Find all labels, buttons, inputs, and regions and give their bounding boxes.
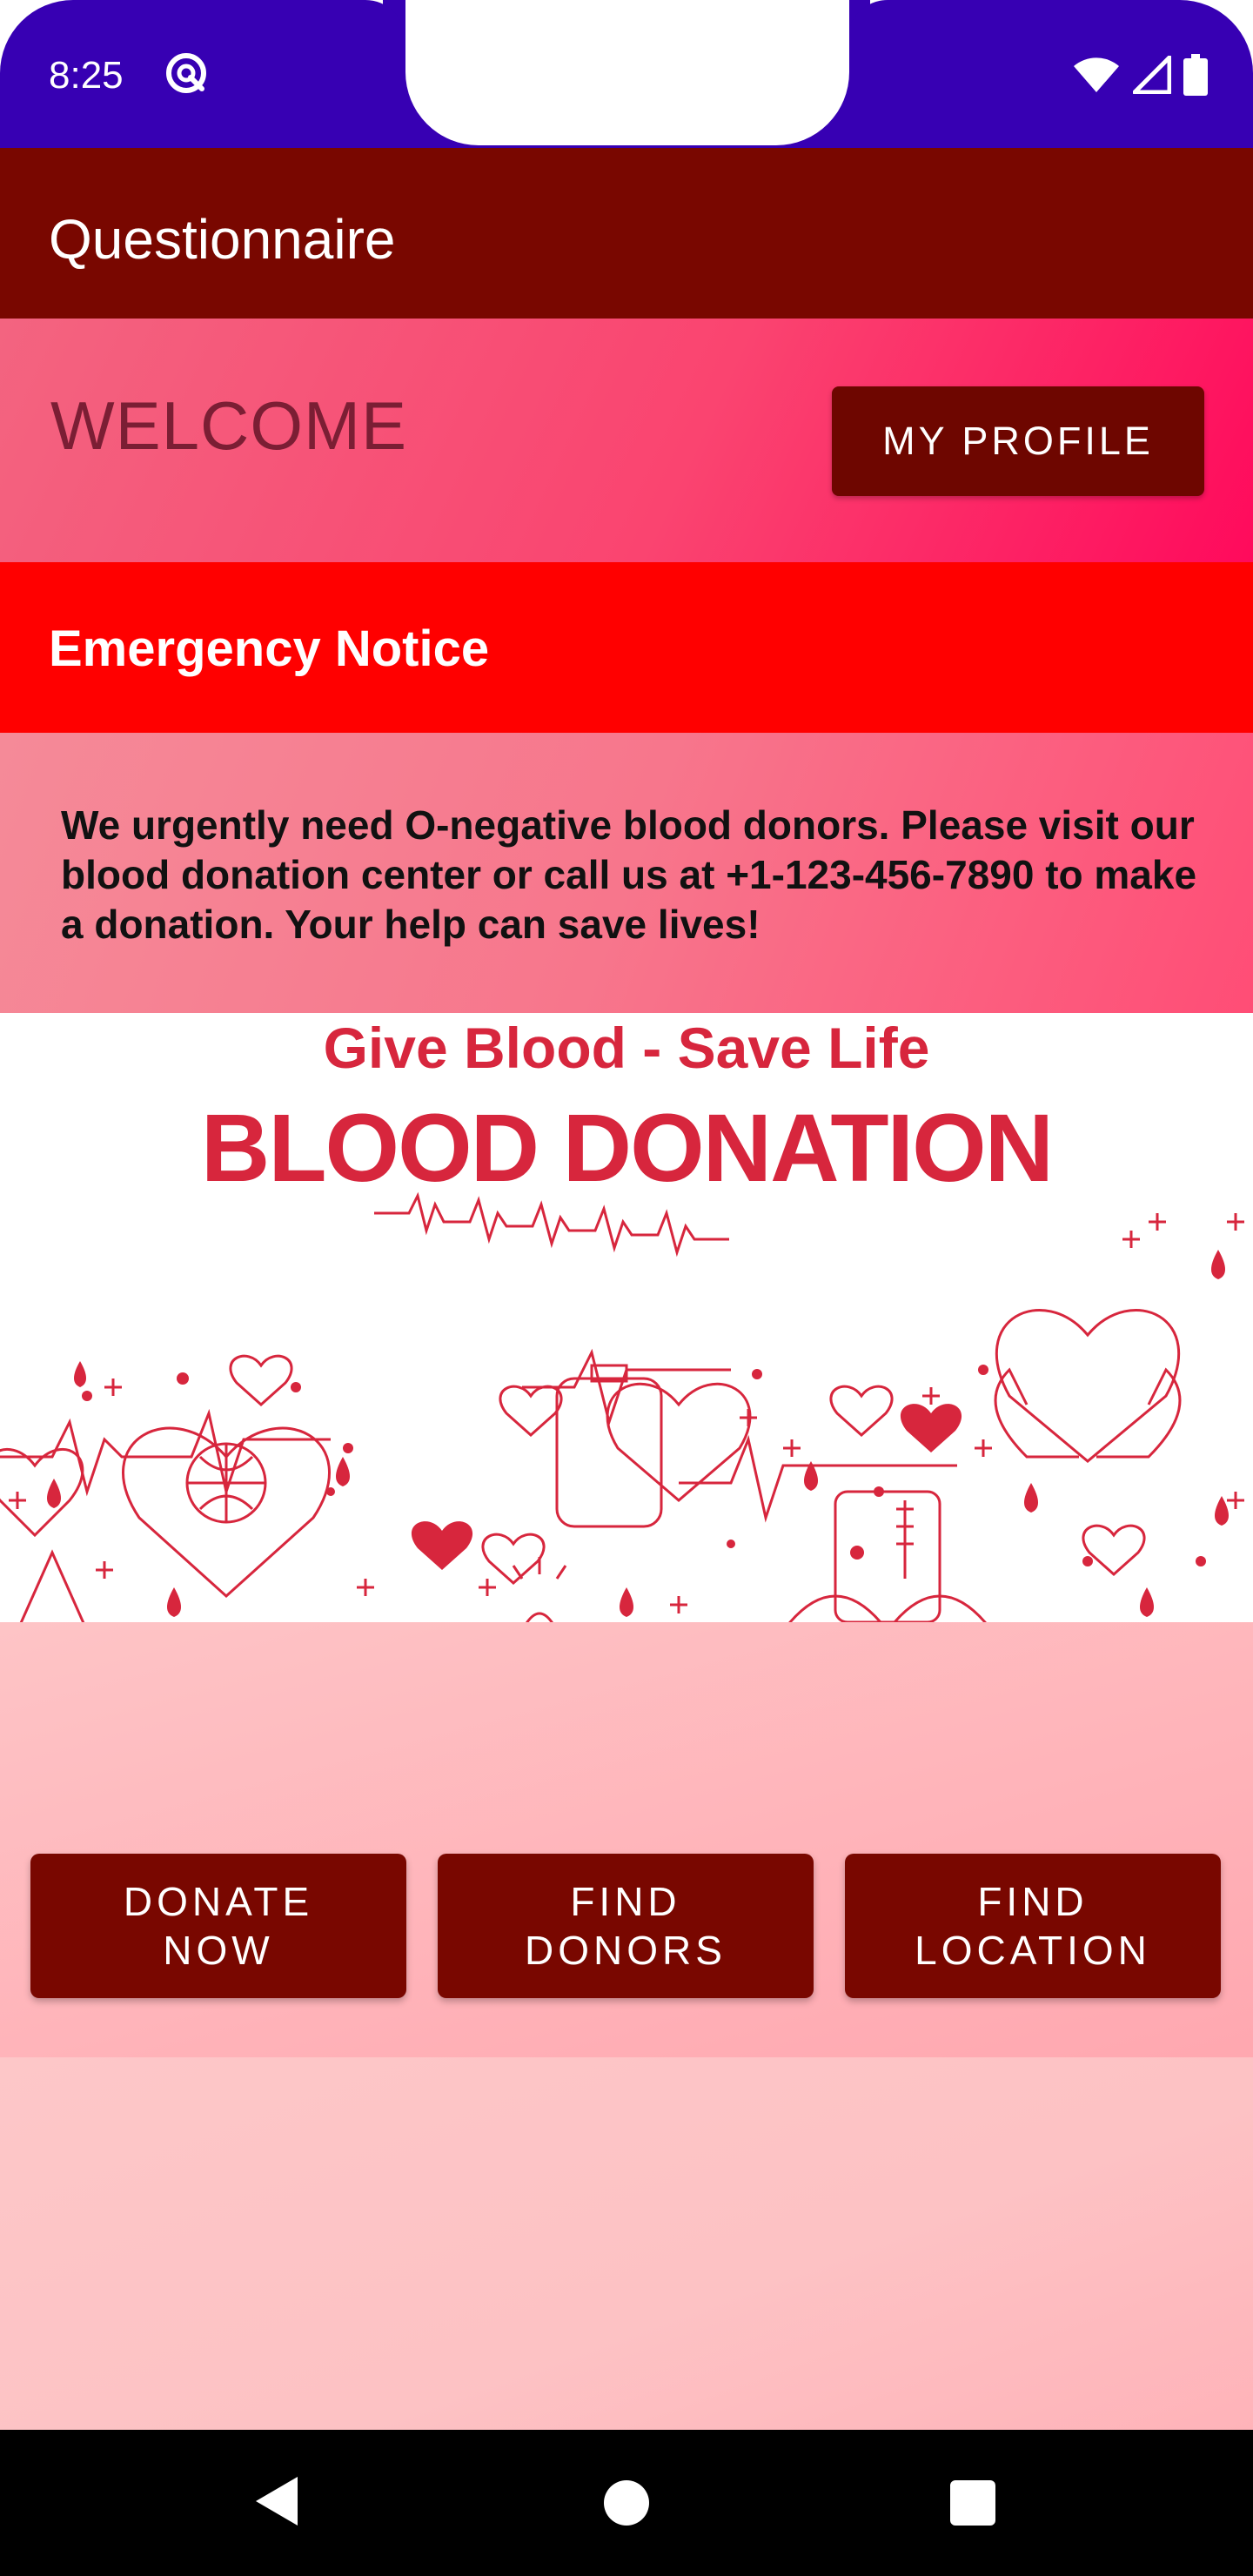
- welcome-text: WELCOME: [50, 387, 408, 464]
- actions-background: [0, 2057, 1253, 2430]
- my-profile-button[interactable]: MY PROFILE: [832, 386, 1204, 496]
- recents-icon[interactable]: [950, 2480, 995, 2526]
- donate-now-button[interactable]: DONATE NOW: [30, 1854, 406, 1998]
- find-donors-button[interactable]: FIND DONORS: [438, 1854, 814, 1998]
- status-time: 8:25: [49, 54, 124, 97]
- banner-subtitle: Give Blood - Save Life: [323, 1016, 930, 1080]
- page-title: Questionnaire: [49, 208, 396, 271]
- home-icon[interactable]: [604, 2480, 649, 2526]
- wifi-icon: [1074, 57, 1119, 92]
- system-nav-bar: [0, 2430, 1253, 2576]
- find-location-button[interactable]: FIND LOCATION: [845, 1854, 1221, 1998]
- emergency-title: Emergency Notice: [49, 621, 490, 677]
- banner-illustration: [0, 1191, 1244, 1622]
- welcome-section: WELCOME MY PROFILE: [0, 319, 1253, 562]
- signal-icon: [1133, 56, 1171, 94]
- actions-section: DONATE NOW FIND DONORS FIND LOCATION: [0, 1622, 1253, 2430]
- camera-notch: [405, 0, 849, 145]
- app-bar: Questionnaire: [0, 148, 1253, 319]
- emergency-header: Emergency Notice: [0, 562, 1253, 733]
- app-notification-icon: [166, 53, 206, 93]
- emergency-message: We urgently need O-negative blood donors…: [61, 802, 1197, 947]
- back-icon[interactable]: [252, 2473, 301, 2529]
- emergency-notice: We urgently need O-negative blood donors…: [0, 733, 1253, 1013]
- status-icons: [1072, 54, 1208, 96]
- battery-icon: [1183, 54, 1208, 96]
- status-bar: 8:25: [0, 0, 1253, 148]
- blood-donation-banner: Give Blood - Save Life BLOOD DONATION: [0, 1013, 1253, 1622]
